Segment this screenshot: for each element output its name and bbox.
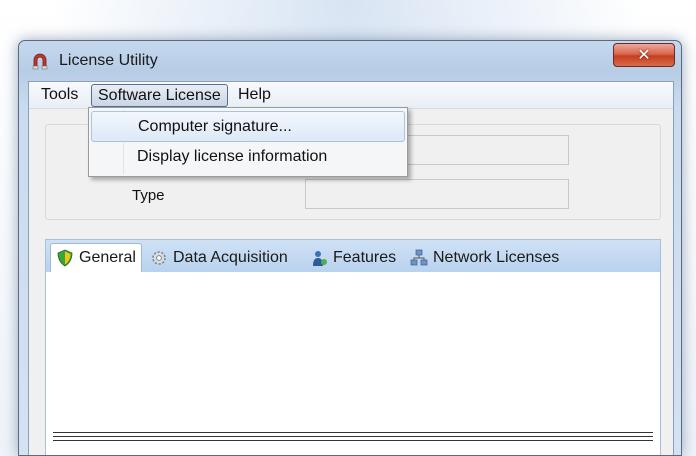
close-icon: ✕ (637, 47, 651, 64)
divider-line (53, 436, 653, 437)
shield-icon (57, 249, 73, 267)
network-icon (410, 249, 428, 265)
menu-item-display-license-information[interactable]: Display license information (91, 142, 405, 173)
tab-strip: General Data Acquisition Features Networ… (46, 240, 660, 272)
tab-data-acquisition-label: Data Acquisition (173, 248, 288, 266)
tab-general[interactable]: General (50, 243, 142, 272)
menu-item-computer-signature[interactable]: Computer signature... (91, 111, 405, 142)
tab-control: General Data Acquisition Features Networ… (45, 239, 661, 455)
menu-tools[interactable]: Tools (35, 84, 84, 107)
menu-bar: Tools Software License Help (29, 82, 673, 109)
software-license-menu: Computer signature... Display license in… (88, 107, 408, 177)
tab-features[interactable]: Features (310, 243, 396, 272)
person-icon (313, 250, 327, 266)
license-utility-window: License Utility ✕ Tools Software License… (18, 40, 682, 456)
tab-general-label: General (79, 249, 136, 266)
divider-line (53, 432, 653, 433)
divider-line (53, 440, 653, 441)
tab-content-general (49, 272, 657, 455)
tab-features-label: Features (333, 248, 397, 266)
app-logo-icon (32, 53, 48, 70)
window-title: License Utility (59, 52, 158, 69)
type-field[interactable] (305, 179, 569, 209)
gear-icon (152, 250, 166, 265)
close-button[interactable]: ✕ (613, 43, 675, 67)
menu-software-license[interactable]: Software License (91, 84, 228, 107)
tab-network-licenses-label: Network Licenses (433, 248, 560, 266)
menu-help[interactable]: Help (232, 84, 277, 107)
type-label: Type (132, 187, 165, 204)
tab-network-licenses[interactable]: Network Licenses (410, 243, 559, 272)
tab-data-acquisition[interactable]: Data Acquisition (150, 243, 288, 272)
title-bar[interactable]: License Utility ✕ (19, 41, 681, 81)
